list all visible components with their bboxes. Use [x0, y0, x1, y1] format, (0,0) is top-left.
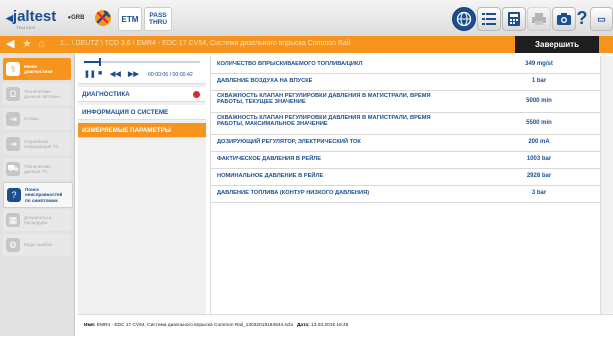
file-name-label: Имя: [84, 323, 96, 328]
search-symptom-icon: ? [7, 188, 21, 202]
print-icon[interactable] [527, 7, 551, 31]
table-row[interactable]: СКВАЖНОСТЬ КЛАПАН РЕГУЛИРОВКИ ДАВЛЕНИЯ В… [211, 90, 601, 113]
error-indicator-icon [193, 91, 200, 98]
table-row[interactable]: ДАВЛЕНИЕ ВОЗДУХА НА ВПУСКЕ 1 bar [211, 73, 601, 91]
star-icon[interactable]: ★ [22, 38, 32, 51]
sidebar: ⚕ Меню диагностики Ω Технические данные си… [0, 53, 75, 336]
documents-icon: ▦ [6, 213, 20, 227]
jaltest-logo: ◀jaltest TRUCKS [6, 8, 57, 30]
nav-diagnostics[interactable]: ДИАГНОСТИКА [78, 87, 206, 102]
tools-icon[interactable] [92, 7, 114, 29]
sidebar-item-documents[interactable]: ▦ Документы и процедуры [3, 209, 71, 231]
playback-progress[interactable] [84, 58, 200, 66]
stop-icon[interactable]: ■ [98, 70, 102, 77]
breadcrumb: 1... \ DEUTZ \ TCD 3.6 \ EMR4 - EDC 17 C… [60, 40, 351, 47]
measured-params-table: КОЛИЧЕСТВО ВПРЫСКИВАЕМОГО ТОПЛИВА/ЦИКЛ 3… [210, 56, 601, 314]
top-toolbar: ◀jaltest TRUCKS ● GRB ETM PASS THRU ? ▭ [0, 0, 613, 37]
error-codes-icon: ⚙ [6, 238, 20, 252]
table-row[interactable]: ФАКТИЧЕСКОЕ ДАВЛЕНИЯ В РЕЙЛЕ 1003 bar [211, 151, 601, 169]
file-date-value: 13.03.2019 16:46 [311, 323, 349, 328]
table-scrollbar[interactable] [600, 56, 613, 314]
table-row[interactable]: ДОЗИРУЮЩИЙ РЕГУЛЯТОР, ЭЛЕКТРИЧЕСКИЙ ТОК … [211, 134, 601, 152]
table-row[interactable]: СКВАЖНОСТЬ КЛАПАН РЕГУЛИРОВКИ ДАВЛЕНИЯ В… [211, 112, 601, 135]
sidebar-item-system-data[interactable]: Ω Технические данные системы [3, 83, 71, 105]
nav-measured-params[interactable]: ИЗМЕРЯЕМЫЕ ПАРАМЕТРЫ [78, 123, 206, 138]
finish-button[interactable]: Завершить [515, 36, 599, 53]
back-arrow-icon[interactable]: ◀ [6, 38, 14, 51]
globe-icon[interactable] [452, 7, 476, 31]
table-row[interactable]: НОМИНАЛЬНОЕ ДАВЛЕНИЕ В РЕЙЛЕ 2928 bar [211, 168, 601, 186]
stethoscope-icon: ⚕ [6, 62, 20, 76]
playback-time: 00:00:06 / 00:00:42 [148, 72, 193, 78]
camera-icon[interactable] [552, 7, 576, 31]
wiring-icon: ⇥ [6, 112, 20, 126]
grb-button[interactable]: ● GRB [66, 7, 86, 29]
file-info-footer: Имя: EMR4 - EDC 17 CV54, Система дизельн… [78, 314, 613, 337]
diagnostics-nav-panel: ❚❚ ■ ◀◀ ▶▶ 00:00:06 / 00:00:42 ДИАГНОСТИ… [78, 56, 206, 314]
playback-slider-handle[interactable] [99, 58, 102, 66]
pause-icon[interactable]: ❚❚ [84, 70, 96, 78]
list-icon[interactable] [477, 7, 501, 31]
playback-controls: ❚❚ ■ ◀◀ ▶▶ 00:00:06 / 00:00:42 [78, 56, 206, 84]
magnet-icon: Ω [6, 87, 20, 101]
table-row[interactable]: КОЛИЧЕСТВО ВПРЫСКИВАЕМОГО ТОПЛИВА/ЦИКЛ 3… [211, 56, 601, 74]
sidebar-item-diagnostics-menu[interactable]: ⚕ Меню диагностики [3, 58, 71, 80]
help-icon[interactable]: ? [575, 7, 589, 29]
sidebar-item-vehicle-data[interactable]: ⛟ Технические данные ТС [3, 158, 71, 180]
service-info-icon: ⇥ [6, 137, 20, 151]
rewind-icon[interactable]: ◀◀ [110, 70, 121, 78]
calculator-icon[interactable] [502, 7, 526, 31]
file-name-value: EMR4 - EDC 17 CV54, Система дизельного в… [96, 323, 293, 328]
sidebar-item-error-codes[interactable]: ⚙ Коды ошибок [3, 234, 71, 256]
etm-button[interactable]: ETM [118, 7, 142, 31]
table-row[interactable]: ДАВЛЕНИЕ ТОПЛИВА (КОНТУР НИЗКОГО ДАВЛЕНИ… [211, 185, 601, 203]
window-controls[interactable]: ▭ [590, 7, 613, 31]
fast-forward-icon[interactable]: ▶▶ [128, 70, 139, 78]
sidebar-item-service-info[interactable]: ⇥ Служебная информация ТС [3, 133, 71, 155]
nav-system-info[interactable]: ИНФОРМАЦИЯ О СИСТЕМЕ [78, 105, 206, 120]
file-date-label: Дата: [296, 323, 310, 328]
sidebar-item-symptom-search[interactable]: ? Поиск неисправностей по симптомам [3, 182, 73, 208]
home-icon[interactable]: ⌂ [38, 38, 45, 51]
truck-icon: ⛟ [6, 162, 20, 176]
sidebar-item-schemes[interactable]: ⇥ Схемы [3, 108, 71, 130]
pass-thru-button[interactable]: PASS THRU [144, 7, 172, 31]
